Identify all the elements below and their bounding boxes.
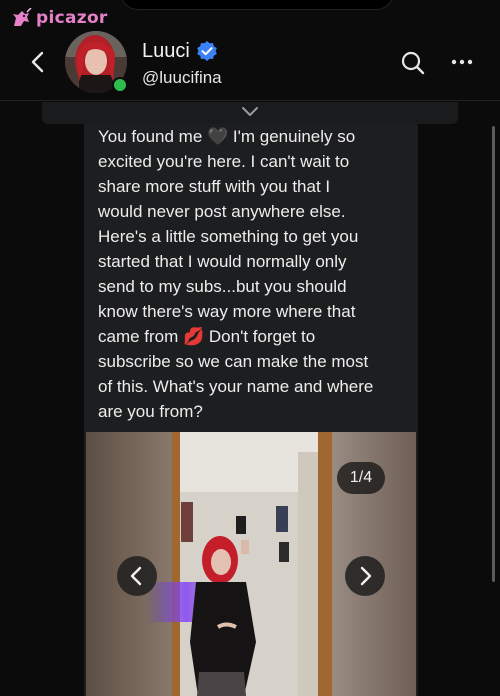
media-counter: 1/4 — [337, 462, 385, 494]
header-divider — [0, 100, 500, 101]
chevron-down-icon[interactable] — [240, 104, 260, 120]
search-icon[interactable] — [400, 50, 426, 76]
message-text: You found me 🖤 I'm genuinely so excited … — [98, 127, 374, 421]
next-arrow-icon — [360, 566, 372, 586]
profile-handle[interactable]: @luucifina — [142, 68, 222, 88]
online-status-dot — [112, 77, 128, 93]
more-icon[interactable] — [450, 52, 474, 72]
prev-arrow-icon — [130, 566, 142, 586]
previous-media-button[interactable] — [117, 556, 157, 596]
scrollbar[interactable] — [492, 126, 495, 582]
next-media-button[interactable] — [345, 556, 385, 596]
device-notch — [120, 0, 394, 10]
watermark: picazor — [10, 8, 108, 28]
back-arrow-icon[interactable] — [24, 48, 52, 76]
verified-badge-icon — [197, 41, 217, 61]
watermark-text: picazor — [36, 8, 108, 28]
profile-name[interactable]: Luuci — [142, 40, 190, 63]
unicorn-icon — [13, 8, 32, 26]
